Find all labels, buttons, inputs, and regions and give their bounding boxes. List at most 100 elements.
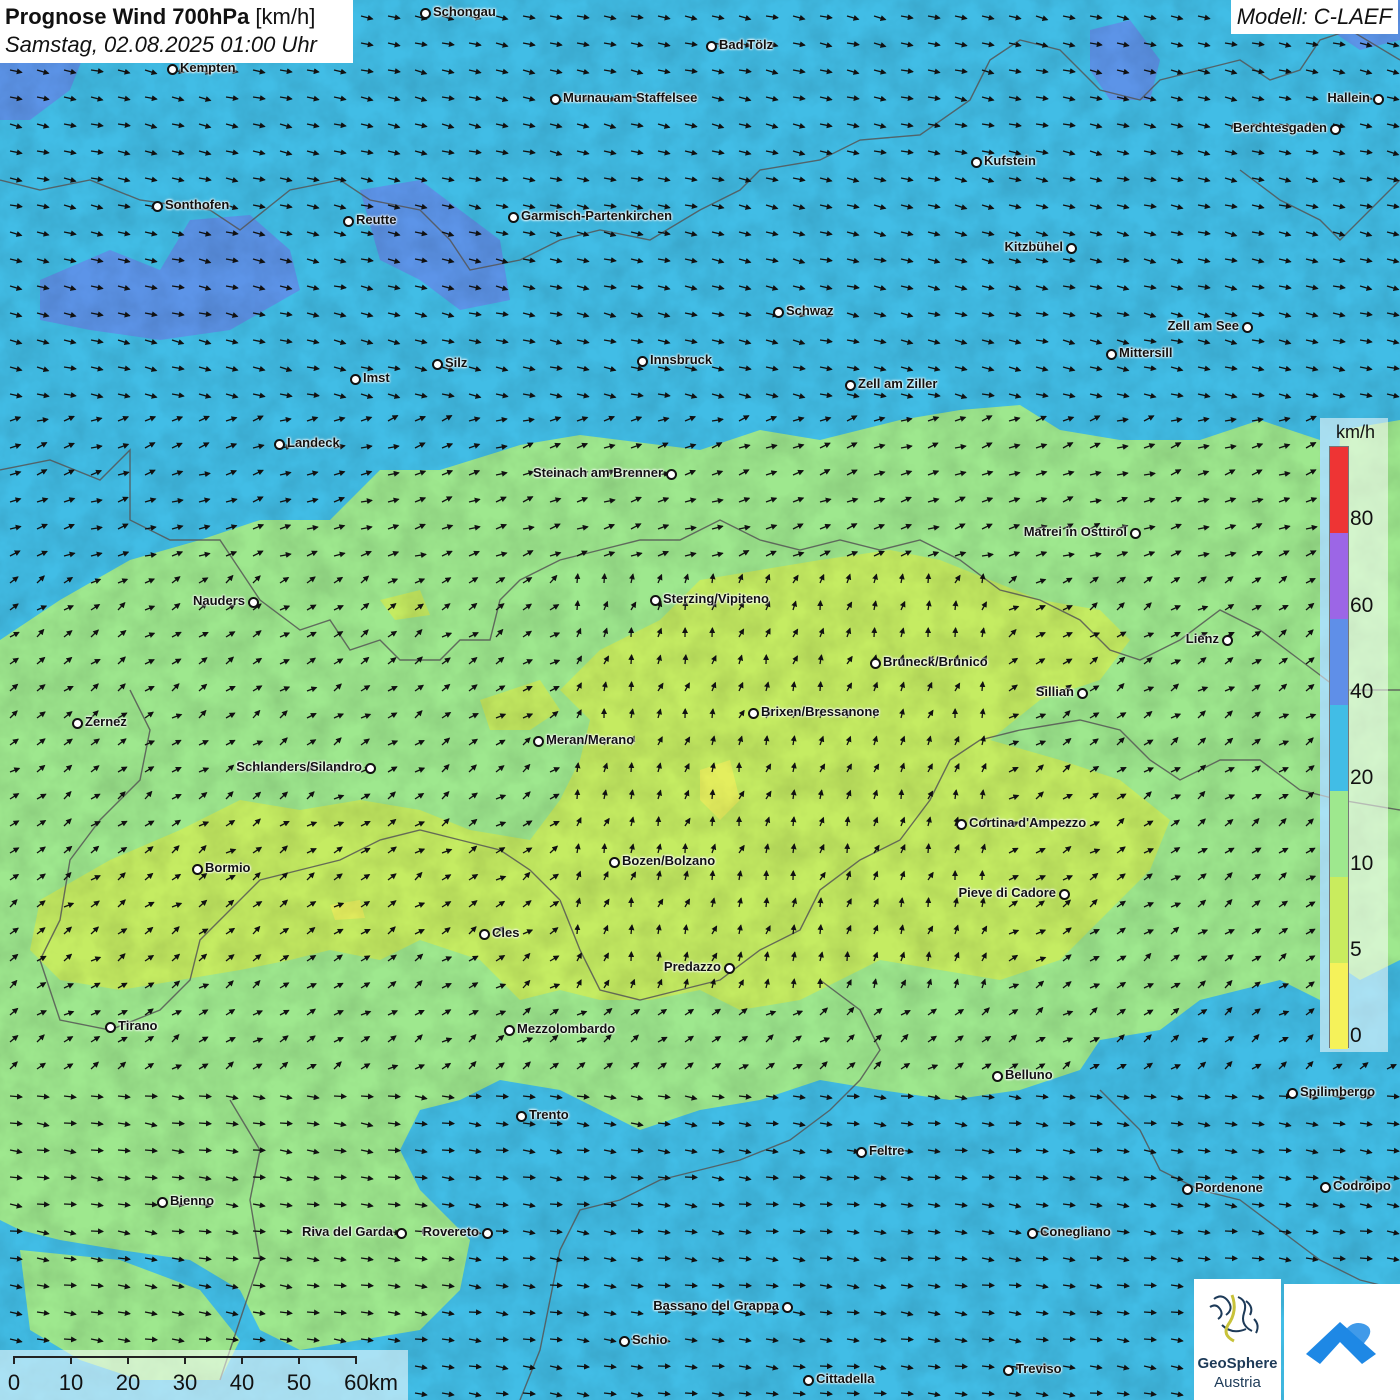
city-dot-icon <box>748 708 759 719</box>
city-dot-icon <box>773 307 784 318</box>
wind-arrow <box>925 897 932 908</box>
wind-arrow <box>601 843 608 854</box>
scale-label-0: 0 <box>7 1370 21 1395</box>
wind-arrow <box>333 1174 347 1181</box>
wind-arrow <box>90 1228 104 1235</box>
wind-arrow <box>495 1228 509 1235</box>
city-dot-icon <box>1066 243 1077 254</box>
city-dot-icon <box>72 718 83 729</box>
legend-unit: km/h <box>1336 422 1376 442</box>
city-label: Meran/Merano <box>546 732 635 747</box>
city-label: Bormio <box>205 860 251 875</box>
wind-arrow <box>684 1282 698 1289</box>
wind-arrow <box>144 1336 158 1343</box>
legend-seg-40-60 <box>1330 619 1348 705</box>
city-label: Bad Tölz <box>719 37 774 52</box>
city-dot-icon <box>1130 528 1141 539</box>
city-dot-icon <box>504 1025 515 1036</box>
wind-arrow <box>495 1147 509 1154</box>
city-label: Silz <box>445 355 468 370</box>
city-dot-icon <box>637 356 648 367</box>
scale-tick <box>355 1356 357 1364</box>
wind-arrow <box>1251 1174 1265 1181</box>
wind-arrow <box>1332 1147 1346 1154</box>
wind-arrow <box>1089 1255 1103 1262</box>
wind-arrow <box>1143 1309 1157 1316</box>
city-dot-icon <box>1106 349 1117 360</box>
legend-label-5: 5 <box>1350 938 1362 961</box>
wind-arrow <box>1062 1120 1076 1127</box>
wind-arrow <box>927 1255 941 1262</box>
legend-label-60: 60 <box>1350 594 1374 617</box>
city-label: Zernez <box>85 714 127 729</box>
wind-arrow <box>522 1255 536 1262</box>
wind-arrow <box>198 1120 212 1127</box>
scale-label-40: 40 <box>229 1370 255 1395</box>
forecast-map: Prognose Wind 700hPa [km/h] Samstag, 02.… <box>0 0 1400 1400</box>
wind-arrow <box>873 1390 887 1397</box>
scale-label-10: 10 <box>58 1370 84 1395</box>
city-dot-icon <box>619 1336 630 1347</box>
legend-seg-60-80 <box>1330 533 1348 619</box>
city-label: Trento <box>529 1107 569 1122</box>
city-dot-icon <box>666 469 677 480</box>
city-dot-icon <box>1330 124 1341 135</box>
scale-label-50: 50 <box>286 1370 312 1395</box>
wind-arrow <box>387 1174 401 1181</box>
wind-arrow <box>1359 1228 1373 1235</box>
wind-arrow <box>1062 1336 1076 1343</box>
wind-arrow <box>709 816 716 827</box>
wind-arrow <box>171 1120 185 1127</box>
wind-app-icon <box>1306 1322 1376 1364</box>
city-dot-icon <box>706 41 717 52</box>
wind-arrow <box>954 1147 968 1154</box>
wind-arrow <box>765 1228 779 1235</box>
city-dot-icon <box>803 1375 814 1386</box>
wind-arrow <box>711 1120 725 1127</box>
wind-arrow <box>1008 1282 1022 1289</box>
wind-arrow <box>979 681 986 692</box>
wind-arrow <box>36 1201 50 1208</box>
title-panel: Prognose Wind 700hPa [km/h] Samstag, 02.… <box>0 0 353 63</box>
wind-arrow <box>603 1174 617 1181</box>
city-dot-icon <box>516 1111 527 1122</box>
city-dot-icon <box>482 1228 493 1239</box>
wind-arrow <box>817 681 824 692</box>
wind-arrow <box>36 1147 50 1154</box>
wind-arrow <box>360 1282 374 1289</box>
forecast-datetime: Samstag, 02.08.2025 01:00 Uhr <box>5 32 317 57</box>
city-dot-icon <box>845 380 856 391</box>
city-label: Hallein <box>1327 90 1370 105</box>
city-dot-icon <box>167 64 178 75</box>
scale-tick <box>184 1356 186 1364</box>
city-label: Murnau am Staffelsee <box>563 90 698 105</box>
city-label: Zell am Ziller <box>858 376 938 391</box>
wind-arrow <box>252 1174 266 1181</box>
wind-arrow <box>927 1120 941 1127</box>
wind-arrow <box>954 1363 968 1370</box>
wind-arrow <box>792 1282 806 1289</box>
city-label: Nauders <box>192 593 245 608</box>
wind-arrow <box>1224 1255 1238 1262</box>
color-legend: km/h 80 60 40 20 10 5 0 <box>1320 418 1388 1052</box>
city-dot-icon <box>609 857 620 868</box>
wind-arrow <box>252 1228 266 1235</box>
wind-arrow <box>333 1093 347 1100</box>
geosphere-swirl-icon <box>1209 1294 1259 1343</box>
wind-arrow <box>1278 1147 1292 1154</box>
wind-arrow <box>819 1255 833 1262</box>
wind-arrow <box>927 1174 941 1181</box>
title-unit: [km/h] <box>249 4 316 29</box>
city-label: Cles <box>492 925 520 940</box>
wind-arrow <box>333 1201 347 1208</box>
scale-label-30: 30 <box>172 1370 198 1395</box>
app-logo[interactable] <box>1284 1284 1400 1400</box>
wind-arrow <box>495 1336 509 1343</box>
wind-arrow <box>900 1336 914 1343</box>
city-label: Bassano del Grappa <box>653 1298 779 1313</box>
geosphere-logo[interactable]: GeoSphere Austria <box>1194 1279 1281 1400</box>
city-label: Rovereto <box>422 1224 479 1239</box>
city-label: Mezzolombardo <box>517 1021 616 1036</box>
wind-arrow <box>819 1228 833 1235</box>
city-label: Conegliano <box>1040 1224 1111 1239</box>
